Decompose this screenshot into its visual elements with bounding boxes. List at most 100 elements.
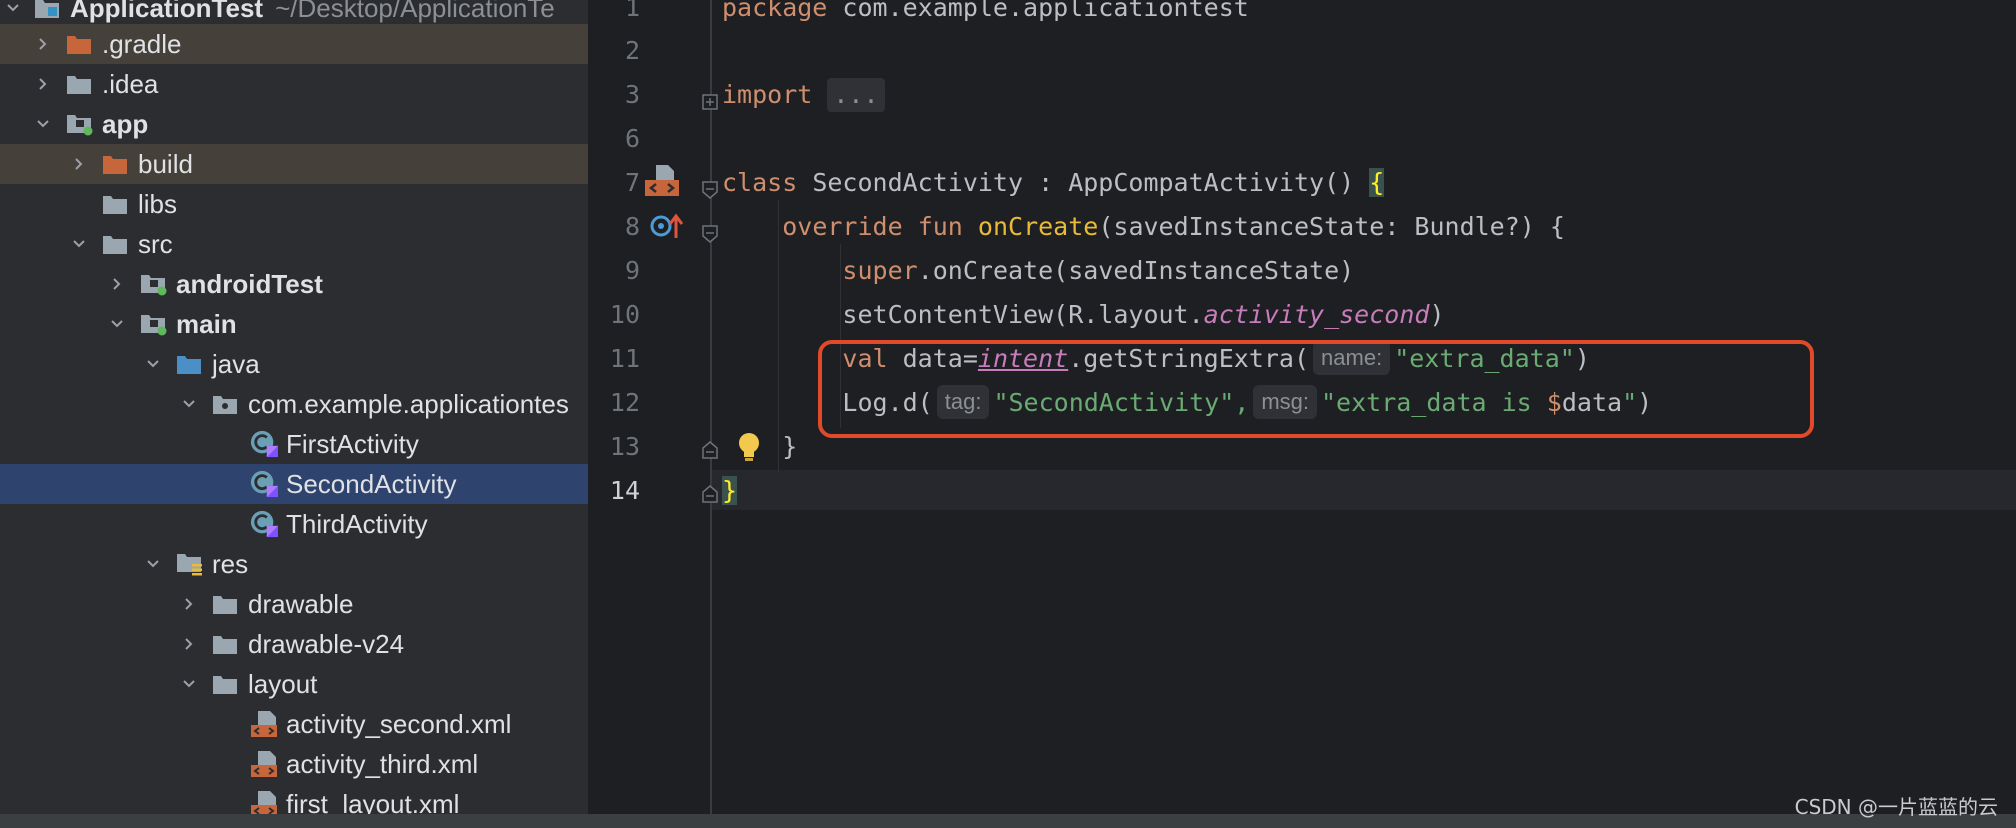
kotlin-class-icon — [250, 464, 278, 504]
source-set-folder-icon — [140, 264, 168, 304]
tree-row-firstactivity[interactable]: FirstActivity — [0, 424, 588, 464]
folder-icon — [102, 224, 130, 264]
tree-label: drawable-v24 — [248, 628, 405, 659]
tree-row-layout[interactable]: layout — [0, 664, 588, 704]
tree-label: SecondActivity — [286, 468, 457, 499]
tree-row-thirdactivity[interactable]: ThirdActivity — [0, 504, 588, 544]
tree-row-java[interactable]: java — [0, 344, 588, 384]
chevron-right-icon[interactable] — [180, 624, 198, 664]
chevron-right-icon[interactable] — [34, 24, 52, 64]
tree-row-res[interactable]: res — [0, 544, 588, 584]
matched-brace: { — [1369, 168, 1385, 197]
project-path: ~/Desktop/ApplicationTe — [275, 0, 555, 23]
matched-brace: } — [722, 476, 738, 505]
tree-row-secondactivity[interactable]: SecondActivity — [0, 464, 588, 504]
line-number: 7 — [624, 168, 640, 197]
watermark: CSDN @一片蓝蓝的云 — [1794, 795, 1998, 819]
fold-collapse-icon[interactable] — [702, 176, 718, 199]
tree-label: app — [102, 108, 149, 139]
tree-row-activity-second-xml[interactable]: activity_second.xml — [0, 704, 588, 744]
fold-end-icon[interactable] — [702, 436, 718, 459]
code-line-7[interactable]: class SecondActivity : AppCompatActivity… — [722, 163, 1385, 203]
chevron-down-icon[interactable] — [34, 104, 52, 144]
line-number: 3 — [624, 80, 640, 109]
annotation-highlight-box — [818, 340, 1814, 438]
project-tree: ApplicationTest ~/Desktop/ApplicationTe … — [0, 0, 588, 828]
folder-icon — [212, 584, 240, 624]
kotlin-class-icon — [250, 504, 278, 544]
package-icon — [212, 384, 240, 424]
tree-row-drawable-v24[interactable]: drawable-v24 — [0, 624, 588, 664]
tree-label: main — [176, 308, 237, 339]
gutter-separator — [710, 0, 712, 815]
fold-collapse-icon[interactable] — [702, 220, 718, 243]
tree-row-libs[interactable]: libs — [0, 184, 588, 224]
line-number: 11 — [609, 344, 640, 373]
tree-label: libs — [138, 188, 178, 219]
xml-file-icon — [250, 704, 278, 744]
excluded-folder-icon — [102, 144, 130, 184]
tree-label: androidTest — [176, 268, 323, 299]
code-line-1[interactable]: package com.example.applicationtest — [722, 0, 1249, 28]
code-line-10[interactable]: setContentView(R.layout.activity_second) — [722, 295, 1444, 335]
tree-label: ThirdActivity — [286, 508, 428, 539]
code-editor[interactable]: 1 2 3 6 7 8 9 10 11 12 13 14 package com… — [590, 0, 2016, 828]
chevron-right-icon[interactable] — [108, 264, 126, 304]
chevron-down-icon[interactable] — [180, 384, 198, 424]
tree-row-gradle[interactable]: .gradle — [0, 24, 588, 64]
code-line-3[interactable]: import ... — [722, 75, 885, 115]
tree-label: activity_third.xml — [286, 748, 479, 779]
code-line-8[interactable]: override fun onCreate(savedInstanceState… — [722, 207, 1565, 247]
excluded-folder-icon — [66, 24, 94, 64]
tree-row-drawable[interactable]: drawable — [0, 584, 588, 624]
code-line-9[interactable]: super.onCreate(savedInstanceState) — [722, 251, 1354, 291]
module-folder-icon — [66, 104, 94, 144]
kotlin-class-icon — [250, 424, 278, 464]
chevron-right-icon[interactable] — [180, 584, 198, 624]
tree-row-app[interactable]: app — [0, 104, 588, 144]
chevron-down-icon[interactable] — [108, 304, 126, 344]
tree-row-main[interactable]: main — [0, 304, 588, 344]
folder-icon — [212, 624, 240, 664]
chevron-right-icon[interactable] — [70, 144, 88, 184]
chevron-down-icon[interactable] — [144, 544, 162, 584]
tree-row-activity-third-xml[interactable]: activity_third.xml — [0, 744, 588, 784]
chevron-down-icon[interactable] — [180, 664, 198, 704]
line-number-current: 14 — [609, 476, 640, 505]
project-name: ApplicationTest — [70, 0, 264, 23]
tree-row-idea[interactable]: .idea — [0, 64, 588, 104]
line-number: 9 — [624, 256, 640, 285]
code-line-13[interactable]: } — [722, 427, 797, 467]
chevron-right-icon[interactable] — [34, 64, 52, 104]
chevron-down-icon[interactable] — [144, 344, 162, 384]
line-number: 6 — [624, 124, 640, 153]
code-line-14[interactable]: } — [722, 471, 738, 511]
collapsed-imports[interactable]: ... — [827, 78, 885, 112]
fold-end-icon[interactable] — [702, 480, 718, 503]
line-number: 2 — [624, 36, 640, 65]
source-root-folder-icon — [176, 344, 204, 384]
resources-folder-icon — [176, 544, 204, 584]
override-marker-icon[interactable] — [650, 212, 684, 246]
folder-icon — [102, 184, 130, 224]
layout-file-link-icon[interactable] — [644, 164, 680, 204]
tree-row-build[interactable]: build — [0, 144, 588, 184]
tree-label: com.example.applicationtes — [248, 388, 569, 419]
xml-file-icon — [250, 744, 278, 784]
tree-label: layout — [248, 668, 318, 699]
tree-row-src[interactable]: src — [0, 224, 588, 264]
folder-icon — [212, 664, 240, 704]
folder-icon — [66, 64, 94, 104]
fold-expand-icon[interactable] — [702, 87, 718, 110]
line-number: 1 — [624, 0, 640, 22]
tree-row-androidtest[interactable]: androidTest — [0, 264, 588, 304]
bottom-scrollbar-strip — [0, 814, 2016, 828]
line-number: 10 — [609, 300, 640, 329]
line-number: 8 — [624, 212, 640, 241]
tree-row-package[interactable]: com.example.applicationtes — [0, 384, 588, 424]
chevron-down-icon[interactable] — [70, 224, 88, 264]
current-line-highlight — [712, 470, 2016, 510]
tree-label: drawable — [248, 588, 354, 619]
tree-label: .idea — [102, 68, 159, 99]
tree-label: res — [212, 548, 249, 579]
